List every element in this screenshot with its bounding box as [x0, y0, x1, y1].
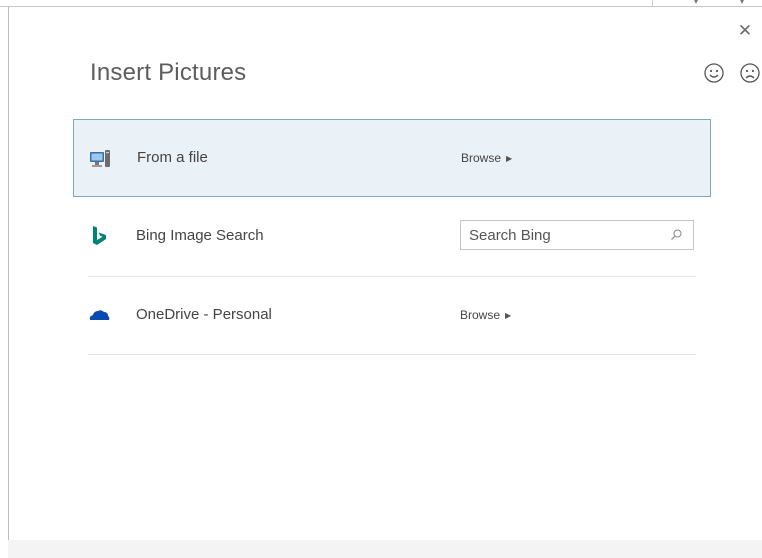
search-input[interactable]	[469, 226, 659, 244]
source-label: OneDrive - Personal	[136, 306, 272, 323]
dropdown-arrow-icon[interactable]: ▾	[740, 0, 744, 6]
send-a-smile-button[interactable]	[703, 62, 725, 84]
frowny-face-icon	[740, 63, 760, 83]
browse-label: Browse	[461, 151, 502, 165]
source-row-onedrive-personal[interactable]: OneDrive - Personal Browse ▶	[73, 277, 711, 355]
chevron-right-icon: ▶	[506, 154, 513, 163]
computer-icon	[90, 150, 110, 167]
dialog-footer	[8, 540, 762, 558]
browse-link[interactable]: Browse ▶	[460, 308, 511, 322]
send-a-frown-button[interactable]	[739, 62, 761, 84]
browse-link[interactable]: Browse ▶	[461, 151, 512, 165]
smiley-face-icon	[704, 63, 724, 83]
bing-logo-icon	[93, 226, 106, 245]
close-icon: ✕	[737, 21, 753, 40]
chevron-right-icon: ▶	[505, 311, 512, 320]
dropdown-arrow-icon[interactable]: ▾	[694, 0, 698, 6]
source-row-bing-image-search: Bing Image Search	[73, 198, 711, 276]
dialog-title: Insert Pictures	[90, 59, 247, 86]
host-window-top-strip: ▾ ▾	[0, 0, 762, 8]
source-label: Bing Image Search	[136, 227, 264, 244]
onedrive-cloud-icon	[89, 310, 110, 320]
source-label: From a file	[137, 149, 208, 166]
bing-search-box	[460, 220, 694, 250]
browse-label: Browse	[460, 308, 501, 322]
close-button[interactable]: ✕	[736, 21, 754, 40]
row-divider	[88, 354, 696, 355]
source-row-from-a-file[interactable]: From a file Browse ▶	[73, 119, 711, 197]
search-icon[interactable]	[669, 228, 683, 242]
